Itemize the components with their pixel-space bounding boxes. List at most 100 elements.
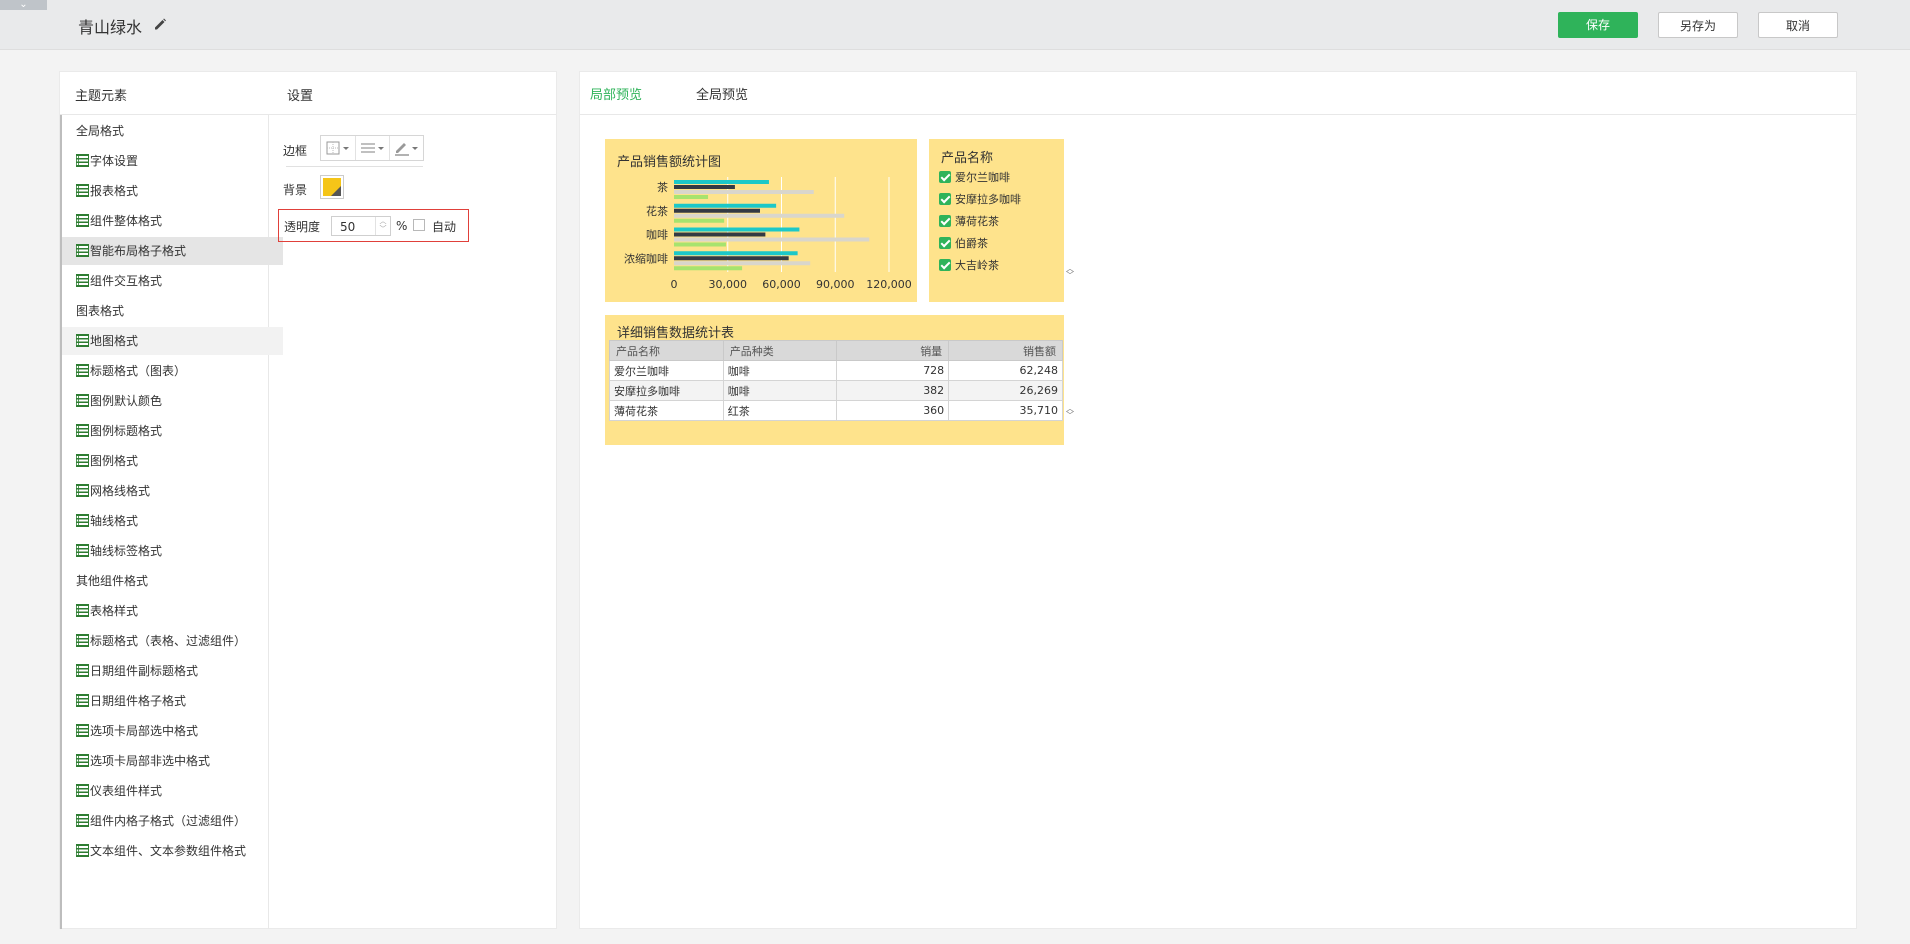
theme-element-tree: 全局格式字体设置 报表格式 组件整体格式 智能布局格子格式 组件交互格式图表格式地图格式… xyxy=(60,115,283,929)
bar[interactable] xyxy=(674,180,769,184)
table-format-icon xyxy=(76,514,89,527)
tree-item-label: 选项卡局部选中格式 xyxy=(90,724,199,738)
bar[interactable] xyxy=(674,237,870,242)
table-row[interactable]: 爱尔兰咖啡 咖啡 728 62,248 xyxy=(609,360,1063,381)
bar[interactable] xyxy=(674,213,845,218)
bar[interactable] xyxy=(674,256,789,261)
bar[interactable] xyxy=(674,227,800,232)
tree-item[interactable]: 选项卡局部选中格式 xyxy=(62,717,283,745)
col-header-product[interactable]: 产品名称 xyxy=(609,340,724,361)
border-style-grid-icon[interactable] xyxy=(321,136,355,160)
table-format-icon xyxy=(76,184,89,197)
tree-item[interactable]: 日期组件副标题格式 xyxy=(62,657,283,685)
tree-item-label: 日期组件格子格式 xyxy=(90,694,187,708)
filter-option[interactable]: 薄荷花茶 xyxy=(939,214,999,230)
bar[interactable] xyxy=(674,203,777,208)
checkbox-checked-icon[interactable] xyxy=(939,193,951,205)
checkbox-checked-icon[interactable] xyxy=(939,237,951,249)
auto-checkbox[interactable] xyxy=(413,219,425,231)
tree-item[interactable]: 选项卡局部非选中格式 xyxy=(62,747,283,775)
tree-item[interactable]: 图例标题格式 xyxy=(62,417,283,445)
stepper-up-icon[interactable]: ︿ xyxy=(376,217,390,225)
filter-scroll-icon[interactable]: ︿ ﹀ xyxy=(1066,265,1074,280)
bar[interactable] xyxy=(674,242,726,247)
bar[interactable] xyxy=(674,208,760,213)
collapse-toggle[interactable]: ⌄ xyxy=(0,0,47,10)
stepper-arrows[interactable]: ︿ ﹀ xyxy=(375,217,390,235)
tree-item[interactable]: 组件交互格式 xyxy=(62,267,283,295)
opacity-value: 50 xyxy=(340,220,356,234)
cell-product: 爱尔兰咖啡 xyxy=(609,360,724,381)
bar[interactable] xyxy=(674,232,766,237)
tree-item[interactable]: 组件内格子格式（过滤组件） xyxy=(62,807,283,835)
tree-item[interactable]: 智能布局格子格式 xyxy=(62,237,283,265)
save-as-button[interactable]: 另存为 xyxy=(1658,12,1738,38)
table-format-icon xyxy=(76,154,89,167)
tree-item-label: 日期组件副标题格式 xyxy=(90,664,199,678)
edit-icon[interactable] xyxy=(152,16,168,32)
table-row[interactable]: 安摩拉多咖啡 咖啡 382 26,269 xyxy=(609,380,1063,401)
bar[interactable] xyxy=(674,251,798,256)
bar[interactable] xyxy=(674,185,735,189)
border-toolbar xyxy=(320,135,424,161)
tree-item-label: 地图格式 xyxy=(90,334,139,348)
tree-item[interactable]: 轴线标签格式 xyxy=(62,537,283,565)
tree-item[interactable]: 地图格式 xyxy=(62,327,283,355)
bar[interactable] xyxy=(674,266,743,271)
filter-option[interactable]: 伯爵茶 xyxy=(939,236,988,252)
tree-item[interactable]: 图例格式 xyxy=(62,447,283,475)
cell-category: 咖啡 xyxy=(722,360,838,381)
save-button[interactable]: 保存 xyxy=(1558,12,1638,38)
checkbox-checked-icon[interactable] xyxy=(939,215,951,227)
filter-option[interactable]: 安摩拉多咖啡 xyxy=(939,192,1021,208)
color-picker-corner-icon xyxy=(331,186,341,196)
checkbox-checked-icon[interactable] xyxy=(939,171,951,183)
bar[interactable] xyxy=(674,195,709,199)
x-tick-label: 120,000 xyxy=(866,278,912,291)
checkbox-checked-icon[interactable] xyxy=(939,259,951,271)
tree-item-label: 图例默认颜色 xyxy=(90,394,163,408)
tree-item[interactable]: 表格样式 xyxy=(62,597,283,625)
filter-option[interactable]: 爱尔兰咖啡 xyxy=(939,170,1010,186)
table-scroll-icon[interactable]: ︿ ﹀ xyxy=(1066,405,1074,420)
page-title: 青山绿水 xyxy=(78,18,143,37)
tree-item[interactable]: 标题格式（表格、过滤组件） xyxy=(62,627,283,655)
border-color-pen-icon[interactable] xyxy=(389,136,424,160)
col-header-quantity[interactable]: 销量 xyxy=(836,340,950,361)
table-format-icon xyxy=(76,814,89,827)
cancel-button[interactable]: 取消 xyxy=(1758,12,1838,38)
tab-global-preview[interactable]: 全局预览 xyxy=(696,84,748,103)
col-header-category[interactable]: 产品种类 xyxy=(722,340,838,361)
tree-item[interactable]: 轴线格式 xyxy=(62,507,283,535)
tree-item[interactable]: 日期组件格子格式 xyxy=(62,687,283,715)
x-tick-label: 90,000 xyxy=(816,278,855,291)
tree-item[interactable]: 组件整体格式 xyxy=(62,207,283,235)
border-line-style-icon[interactable] xyxy=(355,136,390,160)
tree-item-label: 全局格式 xyxy=(76,124,125,138)
tree-item[interactable]: 图例默认颜色 xyxy=(62,387,283,415)
filter-option-label: 伯爵茶 xyxy=(955,237,988,250)
stepper-down-icon[interactable]: ﹀ xyxy=(376,225,390,233)
opacity-stepper[interactable]: 50 ︿ ﹀ xyxy=(331,216,391,236)
theme-editor-panel: 主题元素 设置 全局格式 字体设置 报表格式 组件整体格式 智能布局格子格式 组件交互格式… xyxy=(59,71,557,929)
col-header-sales[interactable]: 销售额 xyxy=(948,340,1063,361)
bar[interactable] xyxy=(674,190,814,194)
tree-group[interactable]: 其他组件格式 xyxy=(62,567,283,595)
tree-group[interactable]: 图表格式 xyxy=(62,297,283,325)
tree-group[interactable]: 全局格式 xyxy=(62,117,283,145)
tree-item[interactable]: 仪表组件样式 xyxy=(62,777,283,805)
tree-item[interactable]: 标题格式（图表） xyxy=(62,357,283,385)
tree-item[interactable]: 字体设置 xyxy=(62,147,283,175)
background-color-swatch[interactable] xyxy=(320,175,344,199)
bar[interactable] xyxy=(674,261,811,266)
tree-item[interactable]: 文本组件、文本参数组件格式 xyxy=(62,837,283,865)
tab-local-preview[interactable]: 局部预览 xyxy=(590,84,642,103)
filter-option[interactable]: 大吉岭茶 xyxy=(939,258,999,274)
sales-chart-card: 产品销售额统计图 0 30,000 60,000 90,000 120,000 茶花茶 咖啡… xyxy=(605,139,917,302)
bar[interactable] xyxy=(674,218,725,223)
tree-item[interactable]: 网格线格式 xyxy=(62,477,283,505)
table-row[interactable]: 薄荷花茶 红茶 360 35,710 xyxy=(609,400,1063,421)
tree-item[interactable]: 报表格式 xyxy=(62,177,283,205)
tree-item-label: 图表格式 xyxy=(76,304,125,318)
table-format-icon xyxy=(76,664,89,677)
